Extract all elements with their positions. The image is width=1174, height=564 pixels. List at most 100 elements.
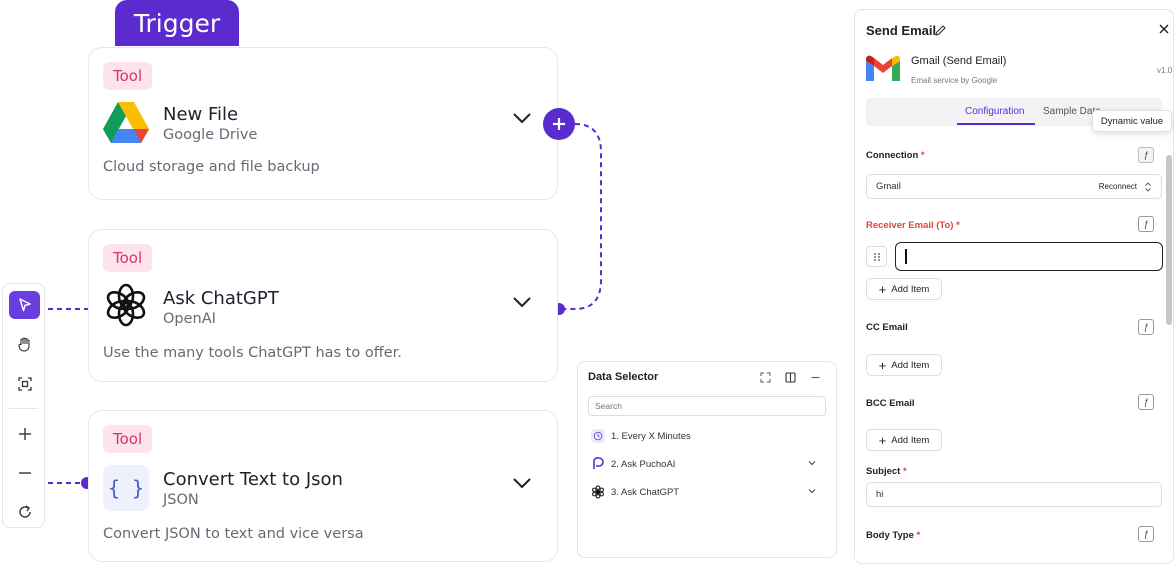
gmail-icon bbox=[866, 55, 900, 81]
trigger-tab: Trigger bbox=[115, 0, 239, 46]
add-cc-item-button[interactable]: + Add Item bbox=[866, 354, 942, 376]
subject-label: Subject * bbox=[866, 466, 907, 477]
dynamic-value-button[interactable]: ƒ bbox=[1138, 526, 1154, 542]
add-receiver-item-button[interactable]: + Add Item bbox=[866, 278, 942, 300]
node-card-ask-chatgpt[interactable]: Tool Ask ChatGPT OpenAI Use the many too… bbox=[88, 229, 558, 382]
plus-icon: + bbox=[878, 432, 887, 448]
updown-chevron-icon bbox=[1145, 182, 1151, 192]
dock-panel-icon[interactable] bbox=[782, 369, 798, 385]
google-drive-icon bbox=[103, 100, 149, 146]
fit-view-button[interactable] bbox=[9, 370, 40, 398]
plus-icon bbox=[553, 118, 565, 130]
chevron-down-icon[interactable] bbox=[806, 485, 818, 497]
node-subtitle: JSON bbox=[163, 492, 199, 508]
node-description: Cloud storage and file backup bbox=[103, 159, 320, 175]
receiver-email-label: Receiver Email (To) * bbox=[866, 220, 960, 231]
data-selector-item-label: 2. Ask PuchoAI bbox=[611, 458, 676, 470]
pointer-tool-button[interactable] bbox=[9, 291, 40, 319]
tab-configuration[interactable]: Configuration bbox=[965, 106, 1024, 117]
zoom-out-button[interactable] bbox=[9, 459, 40, 487]
dynamic-value-button[interactable]: ƒ bbox=[1138, 147, 1154, 163]
plus-icon: + bbox=[878, 281, 887, 297]
chevron-down-icon[interactable] bbox=[511, 472, 533, 494]
data-selector-panel: Data Selector 1. Every X Minutes 2. Ask … bbox=[577, 361, 837, 558]
reset-view-button[interactable] bbox=[9, 498, 40, 526]
cc-email-label: CC Email bbox=[866, 322, 908, 333]
node-card-new-file[interactable]: Tool New File Google Drive Cloud storage… bbox=[88, 47, 558, 200]
openai-icon bbox=[103, 282, 149, 328]
pointer-icon bbox=[18, 298, 31, 312]
bcc-email-label: BCC Email bbox=[866, 398, 915, 409]
receiver-email-input[interactable] bbox=[895, 242, 1163, 271]
add-item-label: Add Item bbox=[891, 434, 930, 446]
function-icon: ƒ bbox=[1143, 150, 1149, 160]
dynamic-value-button[interactable]: ƒ bbox=[1138, 216, 1154, 232]
add-item-label: Add Item bbox=[891, 359, 930, 371]
plus-icon: + bbox=[878, 357, 887, 373]
pencil-icon[interactable] bbox=[934, 24, 947, 37]
text-cursor bbox=[905, 249, 907, 264]
add-step-button[interactable] bbox=[543, 108, 575, 140]
zoom-out-icon bbox=[18, 472, 31, 474]
data-selector-item-label: 1. Every X Minutes bbox=[611, 430, 691, 442]
drag-handle-icon[interactable] bbox=[866, 246, 887, 267]
node-description: Convert JSON to text and vice versa bbox=[103, 526, 364, 542]
toolbar-divider bbox=[9, 408, 38, 409]
add-bcc-item-button[interactable]: + Add Item bbox=[866, 429, 942, 451]
data-selector-title: Data Selector bbox=[588, 371, 659, 383]
pucho-icon bbox=[590, 456, 606, 472]
close-icon[interactable] bbox=[1158, 23, 1170, 35]
reset-icon bbox=[18, 505, 31, 518]
tool-badge: Tool bbox=[103, 425, 153, 453]
canvas-toolbar bbox=[2, 283, 45, 528]
dynamic-value-button[interactable]: ƒ bbox=[1138, 394, 1154, 410]
trigger-label: Trigger bbox=[133, 8, 221, 38]
body-type-label: Body Type * bbox=[866, 530, 921, 541]
function-icon: ƒ bbox=[1143, 397, 1149, 407]
function-icon: ƒ bbox=[1143, 529, 1149, 539]
dynamic-value-button[interactable]: ƒ bbox=[1138, 319, 1154, 335]
node-subtitle: OpenAI bbox=[163, 311, 216, 327]
node-description: Use the many tools ChatGPT has to offer. bbox=[103, 345, 402, 361]
dynamic-value-tooltip: Dynamic value bbox=[1092, 110, 1172, 132]
reconnect-link[interactable]: Reconnect bbox=[1099, 182, 1137, 191]
node-title: Ask ChatGPT bbox=[163, 288, 279, 309]
function-icon: ƒ bbox=[1143, 322, 1149, 332]
tool-badge: Tool bbox=[103, 244, 153, 272]
chevron-down-icon[interactable] bbox=[511, 291, 533, 313]
data-selector-item-label: 3. Ask ChatGPT bbox=[611, 486, 680, 498]
connection-label: Connection * bbox=[866, 150, 925, 161]
hand-tool-button[interactable] bbox=[9, 330, 40, 358]
data-selector-item[interactable]: 1. Every X Minutes bbox=[590, 427, 826, 445]
fit-view-icon bbox=[17, 377, 32, 391]
tool-badge: Tool bbox=[103, 62, 153, 90]
step-settings-panel: Send Email Gmail (Send Email) Email serv… bbox=[854, 9, 1174, 564]
app-name: Gmail (Send Email) bbox=[911, 55, 1007, 67]
chevron-down-icon[interactable] bbox=[511, 107, 533, 129]
add-item-label: Add Item bbox=[891, 283, 930, 295]
panel-scrollbar[interactable] bbox=[1166, 155, 1172, 325]
app-version: v1.0 bbox=[1157, 66, 1173, 75]
function-icon: ƒ bbox=[1143, 219, 1149, 229]
chevron-down-icon[interactable] bbox=[806, 457, 818, 469]
subject-input[interactable]: hi bbox=[866, 482, 1162, 507]
data-selector-item[interactable]: 2. Ask PuchoAI bbox=[590, 455, 826, 473]
expand-icon[interactable] bbox=[757, 369, 773, 385]
connection-value: Gmail bbox=[876, 181, 901, 192]
data-selector-item[interactable]: 3. Ask ChatGPT bbox=[590, 483, 826, 501]
node-card-convert-json[interactable]: Tool { } Convert Text to Json JSON Conve… bbox=[88, 410, 558, 562]
openai-icon bbox=[590, 484, 606, 500]
zoom-in-button[interactable] bbox=[9, 420, 40, 448]
node-title: Convert Text to Json bbox=[163, 469, 343, 490]
minimize-icon[interactable] bbox=[807, 369, 823, 385]
hand-icon bbox=[17, 337, 30, 352]
app-subtitle: Email service by Google bbox=[911, 76, 998, 85]
connection-select[interactable]: Gmail Reconnect bbox=[866, 174, 1162, 199]
json-braces-icon: { } bbox=[103, 465, 149, 511]
node-subtitle: Google Drive bbox=[163, 127, 258, 143]
subject-value: hi bbox=[876, 489, 884, 500]
clock-icon bbox=[590, 428, 606, 444]
zoom-in-icon bbox=[18, 428, 31, 440]
node-title: New File bbox=[163, 104, 239, 125]
data-selector-search-input[interactable] bbox=[588, 396, 826, 416]
